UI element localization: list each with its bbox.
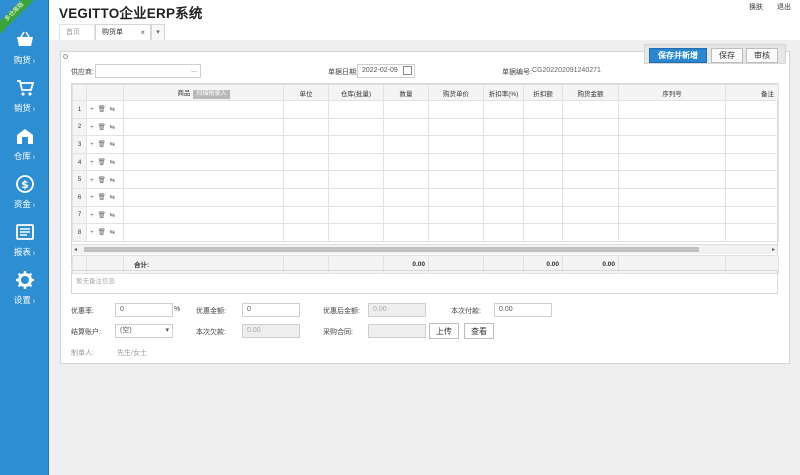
logout-link[interactable]: 退出 (777, 4, 791, 11)
scroll-left-icon[interactable]: ◂ (74, 245, 77, 255)
maker-value: 先生/女士 (117, 350, 147, 357)
view-button[interactable]: 查看 (464, 323, 494, 339)
remark-textarea[interactable]: 暂无备注信息 (71, 270, 778, 294)
date-input[interactable]: 2022-02-09 (357, 64, 415, 78)
column-quantity: 数量 (383, 84, 429, 101)
row-actions[interactable]: + 🗑 ⇆ (86, 117, 124, 137)
row-actions[interactable]: + 🗑 ⇆ (86, 223, 124, 242)
calendar-icon[interactable] (403, 66, 412, 75)
sidebar-item-settings[interactable]: 设置 › (0, 270, 48, 318)
sidebar-item-funds[interactable]: $ 资金 › (0, 174, 48, 222)
sidebar-item-sales[interactable]: 销货 › (0, 78, 48, 126)
supplier-label: 供应商: (71, 69, 94, 76)
save-button[interactable]: 保存 (711, 48, 743, 63)
cart-icon (16, 80, 34, 96)
row-actions[interactable]: + 🗑 ⇆ (86, 152, 124, 172)
tab-menu-button[interactable]: ▾ (151, 24, 165, 40)
sidebar-item-label: 购货 (13, 55, 31, 65)
account-select[interactable]: (空) ▾ (115, 324, 173, 338)
change-skin-link[interactable]: 换肤 (749, 4, 763, 11)
column-remark: 备注 (725, 84, 779, 101)
scrollbar-thumb[interactable] (84, 247, 699, 252)
column-unit-price: 购货单价 (428, 84, 484, 101)
horizontal-scrollbar[interactable]: ◂ ▸ (72, 244, 777, 254)
table-row[interactable]: 3 + 🗑 ⇆ (72, 135, 779, 154)
sidebar-item-reports[interactable]: 报表 › (0, 222, 48, 270)
date-label: 单据日期: (328, 69, 358, 76)
chevron-down-icon: ▾ (165, 327, 169, 334)
report-icon (15, 224, 34, 240)
tab-purchase-order[interactable]: 购货单 × (95, 24, 151, 40)
row-actions[interactable]: + 🗑 ⇆ (86, 100, 124, 119)
this-debt-input: 0.00 (242, 324, 300, 338)
sidebar-item-warehouse[interactable]: 仓库 › (0, 126, 48, 174)
column-unit: 单位 (283, 84, 329, 101)
percent-sign: % (174, 306, 181, 313)
column-discount-amount: 折扣额 (523, 84, 563, 101)
table-row[interactable]: 1 + 🗑 ⇆ (72, 100, 779, 119)
audit-button[interactable]: 审核 (746, 48, 778, 63)
discount-amount-label: 优惠金额: (196, 308, 226, 315)
save-and-new-button[interactable]: 保存并新增 (649, 48, 707, 63)
contract-input (368, 324, 426, 338)
table-header: 商品 扫描枪录入 单位 仓库(批量) 数量 购货单价 折扣率(%) 折扣额 购货金… (72, 84, 779, 101)
top-bar: VEGITTO企业ERP系统 换肤 退出 首页 购货单 × ▾ (49, 0, 800, 40)
table-row[interactable]: 5 + 🗑 ⇆ (72, 170, 779, 189)
discount-amount-input[interactable]: 0 (242, 303, 300, 317)
item-table: 商品 扫描枪录入 单位 仓库(批量) 数量 购货单价 折扣率(%) 折扣额 购货金… (72, 84, 779, 242)
row-actions[interactable]: + 🗑 ⇆ (86, 187, 124, 207)
app-title: VEGITTO企业ERP系统 (59, 6, 203, 21)
table-row[interactable]: 2 + 🗑 ⇆ (72, 117, 779, 137)
close-icon[interactable]: × (140, 25, 145, 40)
table-row[interactable]: 4 + 🗑 ⇆ (72, 152, 779, 172)
this-payment-label: 本次付款: (451, 308, 481, 315)
top-links: 换肤 退出 (737, 2, 791, 12)
table-row[interactable]: 7 + 🗑 ⇆ (72, 205, 779, 225)
upload-button[interactable]: 上传 (429, 323, 459, 339)
sidebar-item-purchase[interactable]: 购货 › (0, 30, 48, 78)
sidebar-item-label: 设置 (13, 295, 31, 305)
tab-home[interactable]: 首页 (59, 24, 95, 40)
sidebar-item-label: 资金 (13, 199, 31, 209)
sidebar: 多仓库版 购货 › 销货 › 仓库 › $ 资金 › 报表 › 设置 › (0, 0, 49, 475)
collapse-icon[interactable] (63, 54, 68, 59)
sidebar-item-label: 销货 (13, 103, 31, 113)
row-actions[interactable]: + 🗑 ⇆ (86, 135, 124, 154)
this-payment-input[interactable]: 0.00 (494, 303, 552, 317)
sidebar-item-label: 仓库 (13, 151, 31, 161)
action-toolbar: 保存并新增 保存 审核 (644, 44, 786, 64)
maker-label: 制单人: (71, 350, 94, 357)
warehouse-icon (16, 129, 33, 144)
discount-rate-label: 优惠率: (71, 308, 94, 315)
row-actions[interactable]: + 🗑 ⇆ (86, 205, 124, 225)
more-icon[interactable]: ... (191, 65, 197, 77)
this-debt-label: 本次欠款: (196, 329, 226, 336)
tab-label: 购货单 (102, 29, 123, 36)
supplier-input[interactable]: ... (95, 64, 201, 78)
column-serial: 序列号 (618, 84, 726, 101)
after-discount-input: 0.00 (368, 303, 426, 317)
table-row[interactable]: 8 + 🗑 ⇆ (72, 223, 779, 242)
bill-number-value: CG202202091240271 (532, 67, 601, 74)
dollar-icon: $ (15, 175, 34, 193)
account-label: 结算账户: (71, 329, 101, 336)
contract-label: 采购合同: (323, 329, 353, 336)
column-warehouse: 仓库(批量) (328, 84, 384, 101)
gear-icon (15, 271, 34, 289)
column-discount-rate: 折扣率(%) (483, 84, 524, 101)
basket-icon (16, 31, 33, 46)
bill-number-label: 单据编号: (502, 69, 532, 76)
column-purchase-amount: 购货金额 (562, 84, 619, 101)
svg-text:$: $ (21, 178, 29, 191)
sidebar-item-label: 报表 (13, 247, 31, 257)
column-product: 商品 扫描枪录入 (123, 84, 284, 101)
scroll-right-icon[interactable]: ▸ (772, 245, 775, 255)
discount-rate-input[interactable]: 0 (115, 303, 173, 317)
row-actions[interactable]: + 🗑 ⇆ (86, 170, 124, 189)
scan-input-button[interactable]: 扫描枪录入 (193, 89, 230, 99)
after-discount-label: 优惠后金额: (323, 308, 360, 315)
item-grid: 商品 扫描枪录入 单位 仓库(批量) 数量 购货单价 折扣率(%) 折扣额 购货金… (71, 83, 779, 274)
table-row[interactable]: 6 + 🗑 ⇆ (72, 187, 779, 207)
purchase-order-panel: 保存并新增 保存 审核 供应商: ... 单据日期: 2022-02-09 单据… (60, 44, 790, 364)
